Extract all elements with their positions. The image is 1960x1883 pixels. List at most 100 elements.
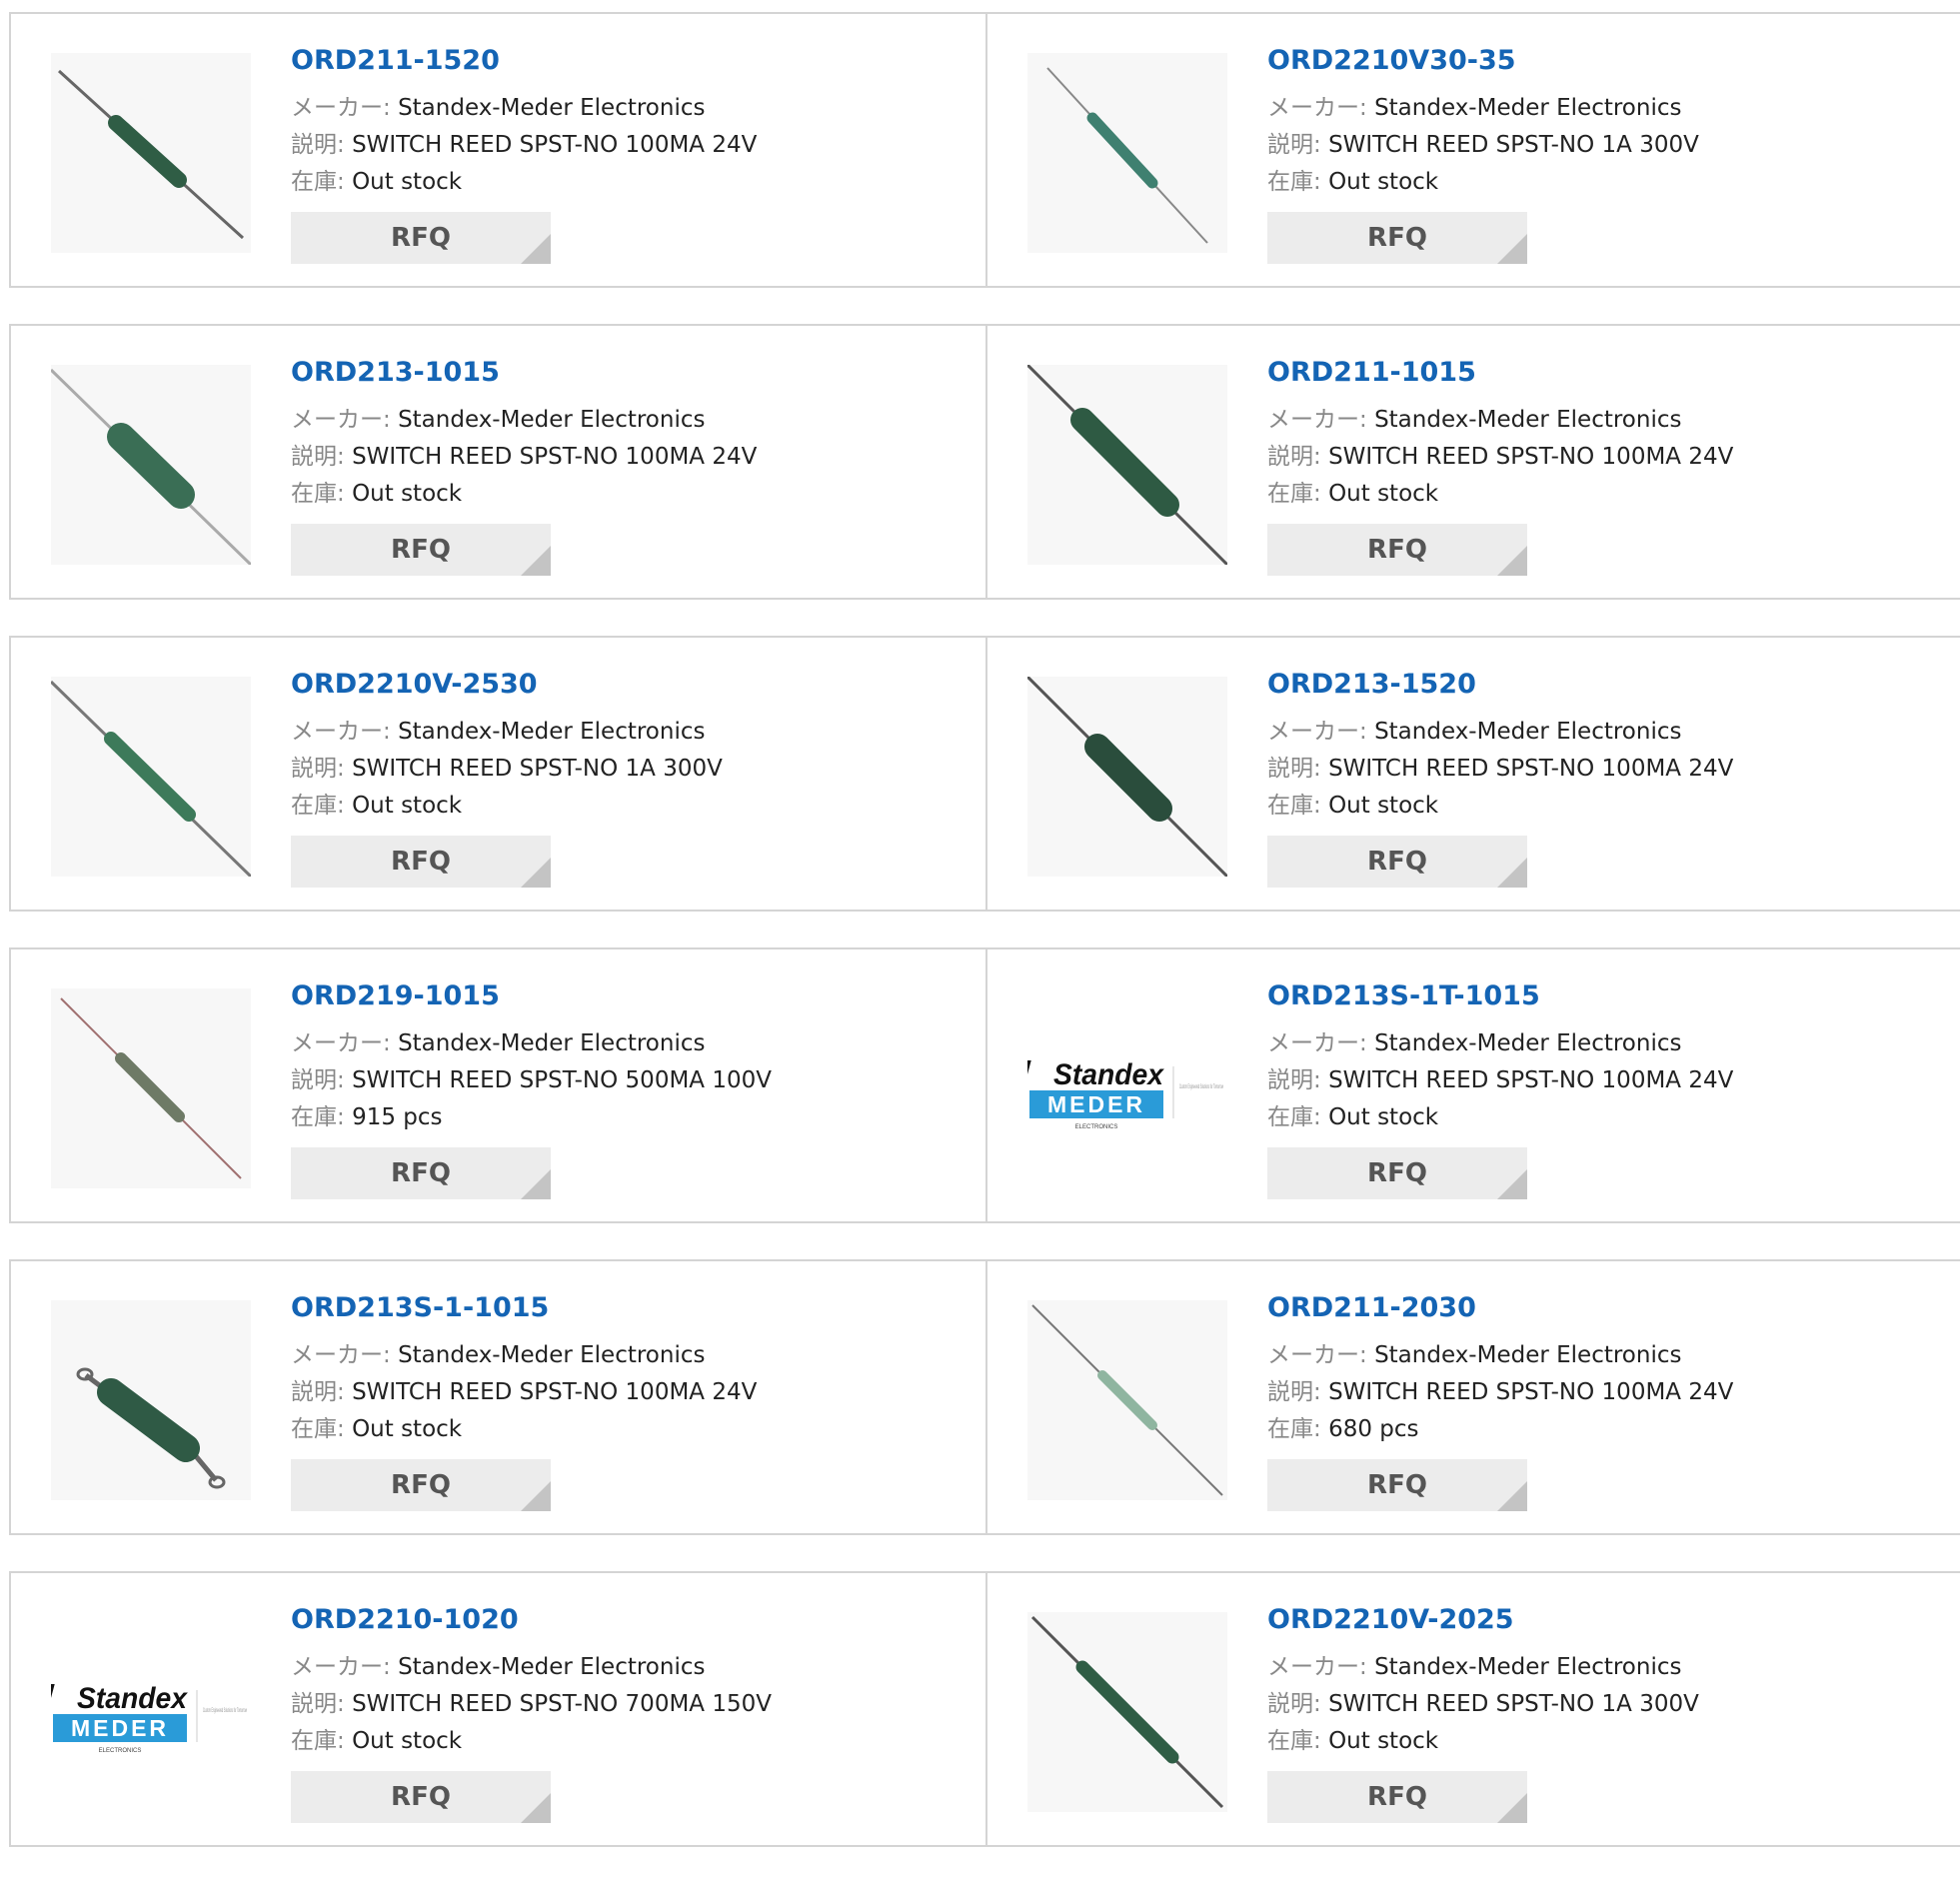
- logo-brand-text: Standex: [77, 1682, 188, 1715]
- rfq-button[interactable]: RFQ: [291, 212, 551, 264]
- maker-label: メーカー:: [1267, 95, 1367, 121]
- description-line: 説明: SWITCH REED SPST-NO 100MA 24V: [291, 1374, 966, 1411]
- maker-label: メーカー:: [291, 407, 391, 433]
- maker-value: Standex-Meder Electronics: [1374, 1030, 1682, 1056]
- stock-value: Out stock: [352, 793, 463, 819]
- maker-value: Standex-Meder Electronics: [1374, 95, 1682, 121]
- reed-switch-image[interactable]: [1027, 1612, 1227, 1812]
- part-number-link[interactable]: ORD213S-1T-1015: [1267, 979, 1940, 1013]
- part-number-link[interactable]: ORD2210V-2025: [1267, 1603, 1940, 1637]
- description-line: 説明: SWITCH REED SPST-NO 100MA 24V: [1267, 1062, 1940, 1099]
- rfq-button[interactable]: RFQ: [1267, 524, 1527, 576]
- stock-label: 在庫:: [1267, 1728, 1321, 1754]
- description-label: 説明:: [1267, 1067, 1321, 1093]
- product-card: ORD2210V-2025 メーカー: Standex-Meder Electr…: [985, 1573, 1960, 1845]
- description-value: SWITCH REED SPST-NO 1A 300V: [352, 756, 723, 782]
- part-number-link[interactable]: ORD213-1015: [291, 356, 966, 390]
- maker-line: メーカー: Standex-Meder Electronics: [291, 1025, 966, 1062]
- part-number-link[interactable]: ORD2210V30-35: [1267, 44, 1940, 78]
- part-number-link[interactable]: ORD219-1015: [291, 979, 966, 1013]
- stock-line: 在庫: Out stock: [291, 788, 966, 825]
- description-value: SWITCH REED SPST-NO 700MA 150V: [352, 1691, 772, 1717]
- maker-value: Standex-Meder Electronics: [1374, 719, 1682, 745]
- stock-label: 在庫:: [1267, 169, 1321, 195]
- product-card: Standex MEDER ELECTRONICS Custom Enginee…: [11, 1573, 985, 1845]
- product-row: ORD213S-1-1015 メーカー: Standex-Meder Elect…: [9, 1259, 1960, 1535]
- description-label: 説明:: [291, 1691, 345, 1717]
- stock-label: 在庫:: [291, 169, 345, 195]
- rfq-button[interactable]: RFQ: [1267, 212, 1527, 264]
- maker-line: メーカー: Standex-Meder Electronics: [291, 714, 966, 751]
- stock-label: 在庫:: [1267, 481, 1321, 507]
- maker-label: メーカー:: [1267, 407, 1367, 433]
- part-number-link[interactable]: ORD2210-1020: [291, 1603, 966, 1637]
- description-label: 説明:: [1267, 132, 1321, 158]
- description-label: 説明:: [1267, 444, 1321, 470]
- part-number-link[interactable]: ORD211-1015: [1267, 356, 1940, 390]
- part-number-link[interactable]: ORD211-1520: [291, 44, 966, 78]
- description-line: 説明: SWITCH REED SPST-NO 100MA 24V: [1267, 1374, 1940, 1411]
- stock-value: Out stock: [1328, 481, 1439, 507]
- corner-decoration: [521, 234, 551, 264]
- stock-value: Out stock: [352, 481, 463, 507]
- maker-value: Standex-Meder Electronics: [1374, 407, 1682, 433]
- stock-label: 在庫:: [291, 1416, 345, 1442]
- part-number-link[interactable]: ORD213S-1-1015: [291, 1291, 966, 1325]
- product-card: ORD2210V30-35 メーカー: Standex-Meder Electr…: [985, 14, 1960, 286]
- description-value: SWITCH REED SPST-NO 100MA 24V: [1328, 1379, 1734, 1405]
- maker-line: メーカー: Standex-Meder Electronics: [291, 1337, 966, 1374]
- rfq-button[interactable]: RFQ: [1267, 836, 1527, 888]
- stock-label: 在庫:: [291, 1728, 345, 1754]
- product-card: ORD211-1520 メーカー: Standex-Meder Electron…: [11, 14, 985, 286]
- reed-switch-image[interactable]: [1027, 677, 1227, 877]
- product-card: ORD213S-1-1015 メーカー: Standex-Meder Elect…: [11, 1261, 985, 1533]
- product-card: ORD213-1015 メーカー: Standex-Meder Electron…: [11, 326, 985, 598]
- maker-label: メーカー:: [1267, 1030, 1367, 1056]
- standex-meder-logo[interactable]: Standex MEDER ELECTRONICS Custom Enginee…: [51, 1612, 251, 1812]
- maker-label: メーカー:: [291, 719, 391, 745]
- rfq-button[interactable]: RFQ: [291, 1771, 551, 1823]
- reed-switch-image[interactable]: [1027, 53, 1227, 253]
- rfq-button[interactable]: RFQ: [291, 1147, 551, 1199]
- stock-label: 在庫:: [1267, 793, 1321, 819]
- part-number-link[interactable]: ORD211-2030: [1267, 1291, 1940, 1325]
- reed-switch-image[interactable]: [1027, 1300, 1227, 1500]
- rfq-button[interactable]: RFQ: [291, 1459, 551, 1511]
- logo-sub-text: MEDER: [71, 1715, 169, 1741]
- corner-decoration: [1497, 234, 1527, 264]
- reed-switch-image[interactable]: [51, 1300, 251, 1500]
- description-label: 説明:: [291, 1379, 345, 1405]
- standex-meder-logo[interactable]: Standex MEDER ELECTRONICS Custom Enginee…: [1027, 988, 1227, 1188]
- stock-value: Out stock: [352, 169, 463, 195]
- reed-switch-image[interactable]: [51, 988, 251, 1188]
- rfq-button[interactable]: RFQ: [291, 524, 551, 576]
- maker-line: メーカー: Standex-Meder Electronics: [1267, 1025, 1940, 1062]
- reed-switch-image[interactable]: [51, 677, 251, 877]
- maker-line: メーカー: Standex-Meder Electronics: [1267, 1337, 1940, 1374]
- rfq-button[interactable]: RFQ: [291, 836, 551, 888]
- rfq-label: RFQ: [391, 1158, 451, 1188]
- maker-line: メーカー: Standex-Meder Electronics: [1267, 402, 1940, 439]
- reed-switch-image[interactable]: [51, 53, 251, 253]
- product-row: ORD219-1015 メーカー: Standex-Meder Electron…: [9, 947, 1960, 1223]
- rfq-button[interactable]: RFQ: [1267, 1147, 1527, 1199]
- logo-sub-text: MEDER: [1047, 1091, 1145, 1117]
- rfq-label: RFQ: [1367, 1158, 1427, 1188]
- description-line: 説明: SWITCH REED SPST-NO 100MA 24V: [1267, 751, 1940, 788]
- maker-label: メーカー:: [291, 1030, 391, 1056]
- stock-line: 在庫: Out stock: [291, 1723, 966, 1760]
- reed-switch-image[interactable]: [51, 365, 251, 565]
- stock-line: 在庫: Out stock: [1267, 1099, 1940, 1136]
- part-number-link[interactable]: ORD2210V-2530: [291, 668, 966, 702]
- stock-value: Out stock: [352, 1728, 463, 1754]
- rfq-button[interactable]: RFQ: [1267, 1771, 1527, 1823]
- part-number-link[interactable]: ORD213-1520: [1267, 668, 1940, 702]
- product-row: ORD2210V-2530 メーカー: Standex-Meder Electr…: [9, 636, 1960, 912]
- rfq-button[interactable]: RFQ: [1267, 1459, 1527, 1511]
- stock-line: 在庫: Out stock: [1267, 1723, 1940, 1760]
- stock-line: 在庫: Out stock: [291, 476, 966, 513]
- product-card: ORD2210V-2530 メーカー: Standex-Meder Electr…: [11, 638, 985, 910]
- maker-value: Standex-Meder Electronics: [1374, 1654, 1682, 1680]
- reed-switch-image[interactable]: [1027, 365, 1227, 565]
- stock-line: 在庫: Out stock: [1267, 788, 1940, 825]
